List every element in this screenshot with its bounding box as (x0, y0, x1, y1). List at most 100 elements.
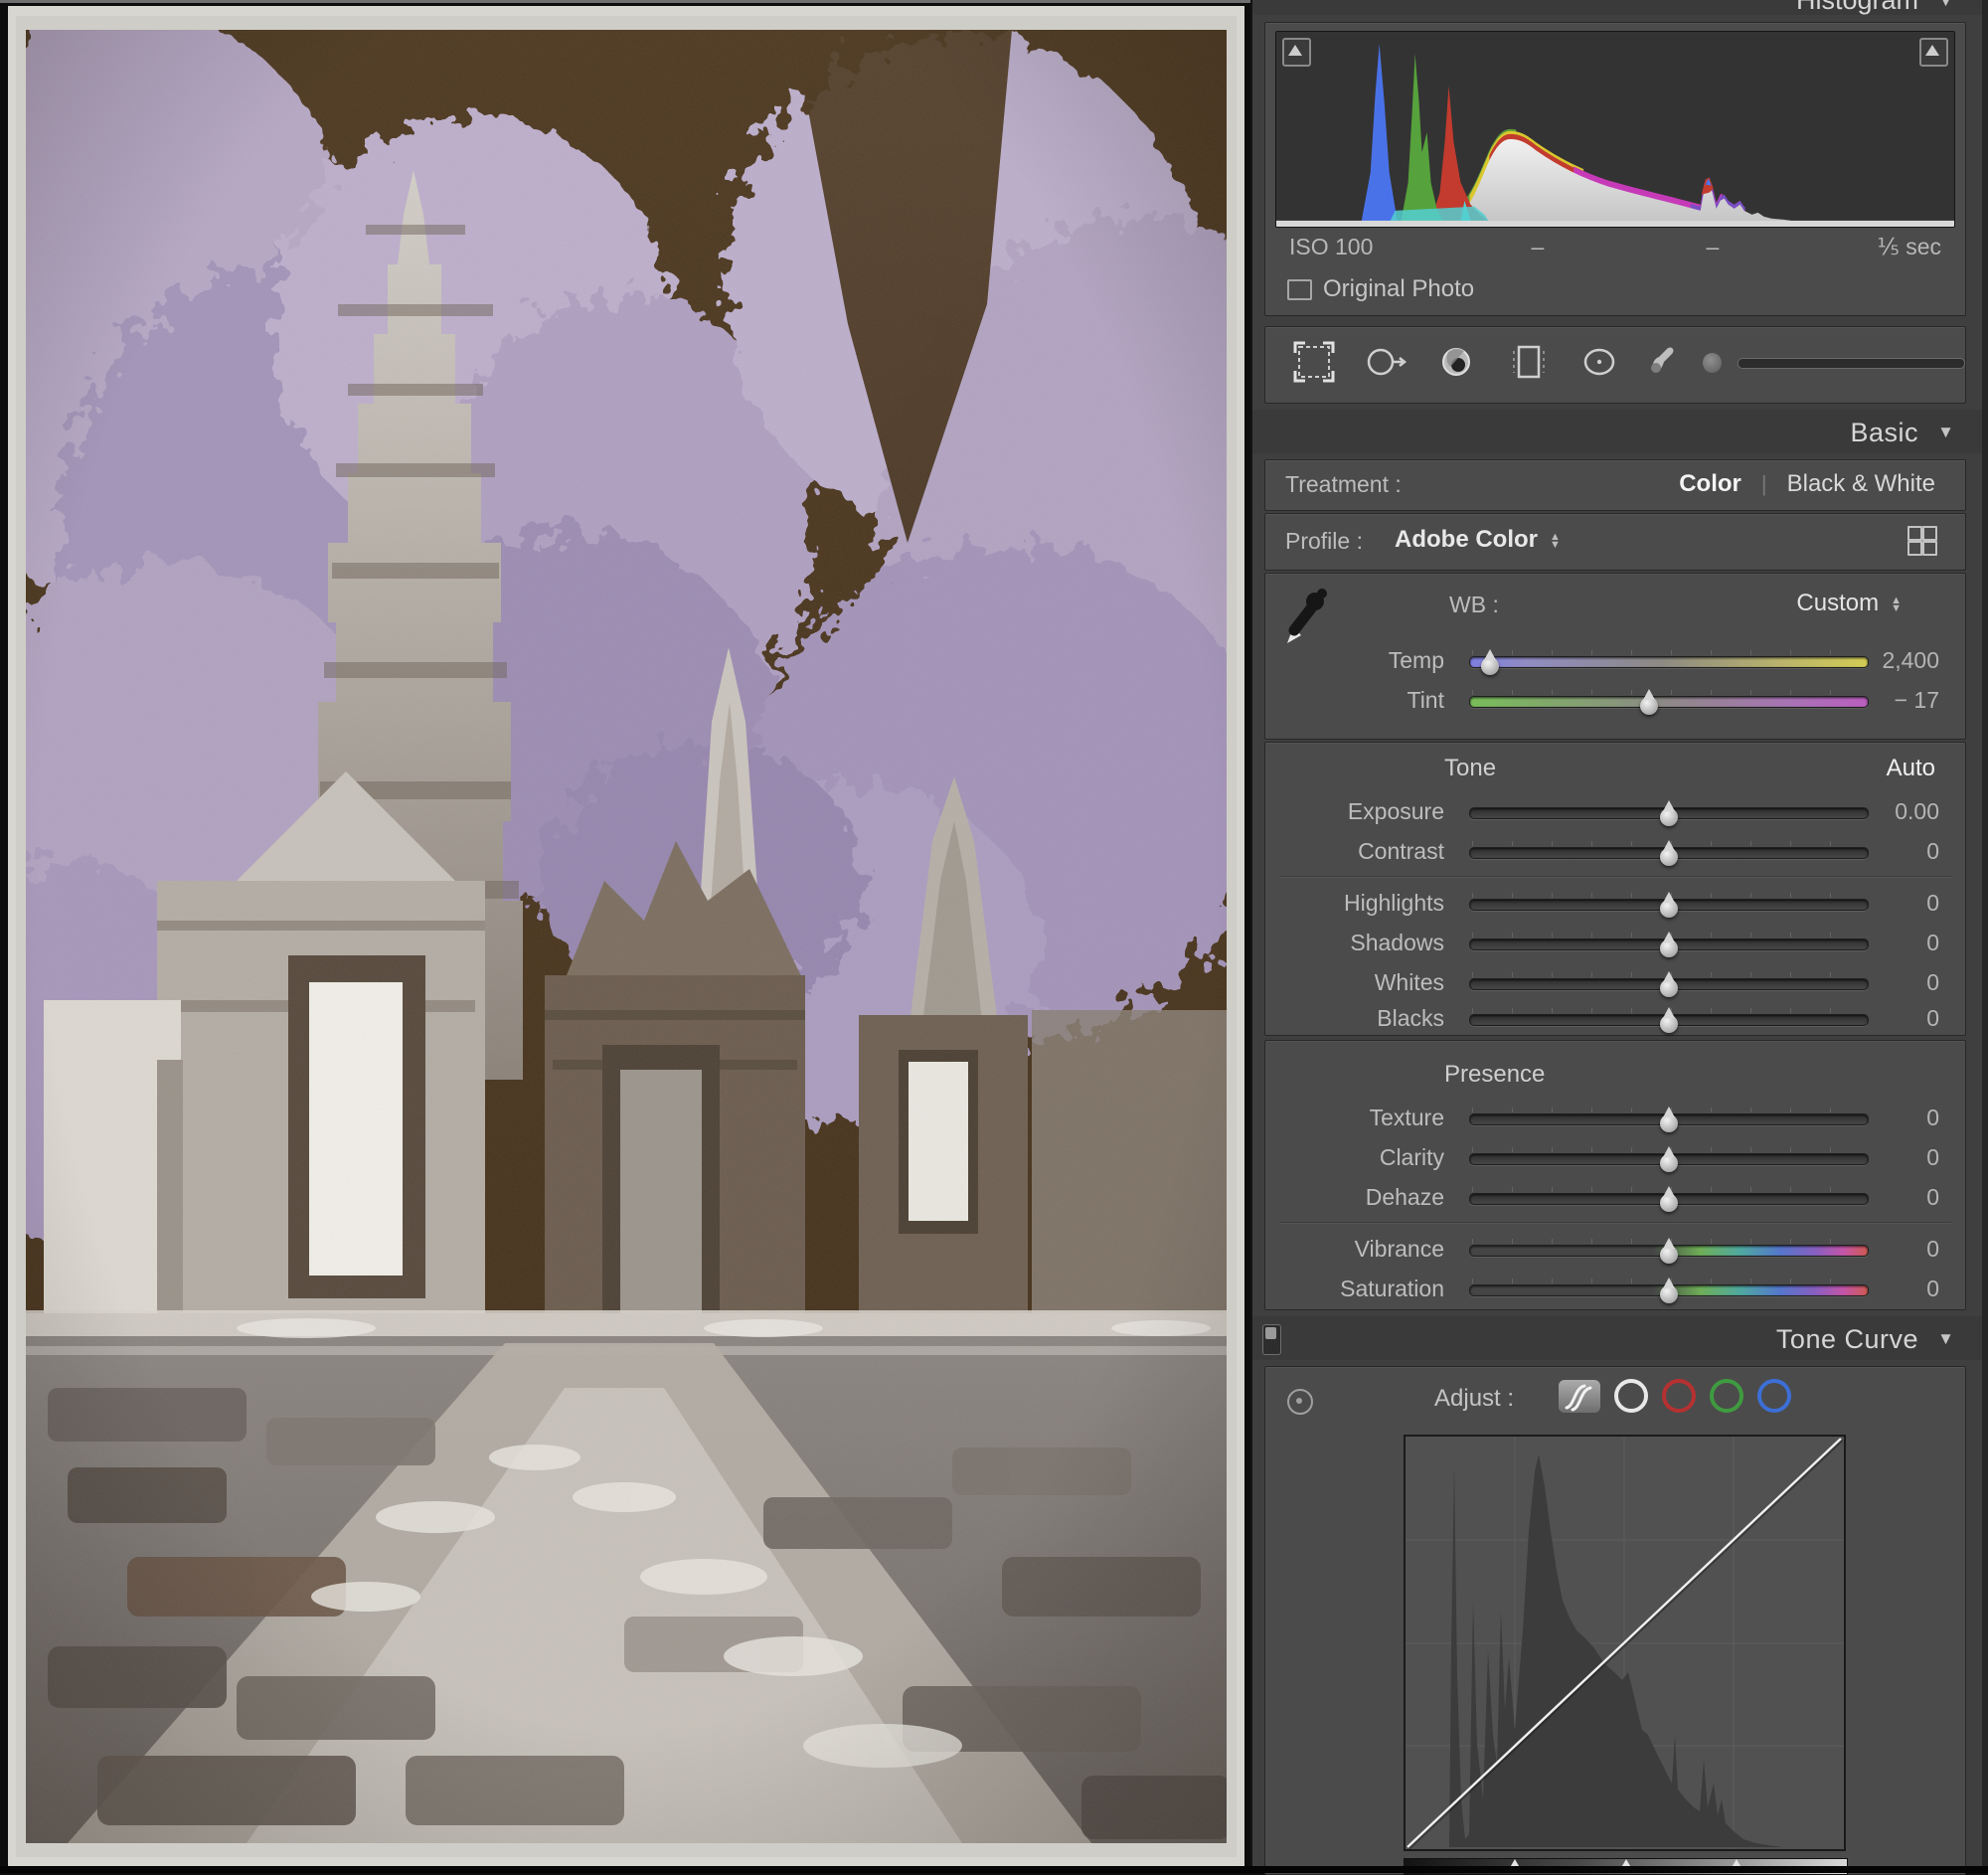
histogram-plot[interactable] (1275, 31, 1955, 228)
temp-label: Temp (1285, 647, 1444, 674)
photo-preview[interactable] (8, 6, 1244, 1867)
targeted-adjustment-icon[interactable] (1287, 1389, 1313, 1415)
tone-curve-plot[interactable] (1404, 1435, 1846, 1851)
wb-updown-icon: ▲▼ (1891, 597, 1902, 612)
temp-slider[interactable] (1469, 656, 1869, 668)
whites-label: Whites (1285, 969, 1444, 996)
clarity-slider-row: Clarity 0 (1265, 1142, 1965, 1174)
presence-header: Presence (1444, 1061, 1545, 1089)
clarity-slider[interactable] (1469, 1153, 1869, 1165)
shadows-knob[interactable] (1658, 932, 1680, 958)
tint-knob[interactable] (1638, 689, 1660, 716)
wb-eyedropper-icon[interactable] (1279, 584, 1331, 649)
exposure-slider-row: Exposure 0.00 (1265, 796, 1965, 828)
brush-size-knob[interactable] (1703, 353, 1722, 373)
highlight-clipping-button[interactable] (1919, 38, 1948, 67)
treatment-bw-option[interactable]: Black & White (1787, 470, 1935, 498)
parametric-curve-icon[interactable] (1559, 1380, 1600, 1413)
radial-filter-tool-icon[interactable] (1572, 337, 1629, 389)
profile-label: Profile : (1285, 528, 1363, 555)
tint-slider[interactable] (1469, 696, 1869, 708)
saturation-slider[interactable] (1469, 1284, 1869, 1296)
brush-size-slider[interactable] (1738, 358, 1965, 369)
histogram-collapse-icon[interactable]: ▼ (1937, 0, 1954, 11)
treatment-color-option[interactable]: Color (1679, 470, 1741, 498)
red-eye-tool-icon[interactable] (1428, 337, 1486, 389)
vibrance-knob[interactable] (1658, 1238, 1680, 1265)
saturation-knob[interactable] (1658, 1278, 1680, 1304)
contrast-knob[interactable] (1658, 840, 1680, 867)
highlights-label: Highlights (1285, 890, 1444, 917)
dehaze-slider-row: Dehaze 0 (1265, 1182, 1965, 1214)
basic-collapse-icon[interactable]: ▼ (1937, 423, 1954, 442)
crop-tool-icon[interactable] (1285, 337, 1343, 389)
highlights-value[interactable]: 0 (1845, 890, 1939, 917)
exposure-knob[interactable] (1658, 800, 1680, 827)
blacks-label: Blacks (1285, 1005, 1444, 1032)
exposure-value[interactable]: 0.00 (1845, 798, 1939, 825)
wb-select[interactable]: Custom▲▼ (1796, 590, 1902, 617)
tone-header: Tone (1444, 755, 1496, 782)
texture-slider[interactable] (1469, 1113, 1869, 1125)
vibrance-slider-row: Vibrance 0 (1265, 1234, 1965, 1266)
texture-label: Texture (1285, 1105, 1444, 1131)
tone-curve-collapse-icon[interactable]: ▼ (1937, 1329, 1954, 1349)
blacks-value[interactable]: 0 (1845, 1005, 1939, 1032)
saturation-value[interactable]: 0 (1845, 1276, 1939, 1302)
spot-removal-tool-icon[interactable] (1357, 337, 1414, 389)
tone-curve-panel-header[interactable]: Tone Curve ▼ (1252, 1316, 1982, 1360)
highlights-knob[interactable] (1658, 892, 1680, 919)
profile-select[interactable]: Adobe Color▲▼ (1395, 526, 1561, 554)
vibrance-value[interactable]: 0 (1845, 1236, 1939, 1263)
vibrance-slider[interactable] (1469, 1245, 1869, 1257)
panel-scroll-strip[interactable] (1982, 0, 1988, 1873)
clarity-knob[interactable] (1658, 1146, 1680, 1173)
blue-channel-icon[interactable] (1757, 1379, 1791, 1413)
exposure-slider[interactable] (1469, 807, 1869, 819)
histogram-section: ISO 100 – – ⅕ sec Original Photo (1264, 22, 1966, 316)
contrast-value[interactable]: 0 (1845, 838, 1939, 865)
original-photo-checkbox[interactable] (1287, 279, 1312, 300)
whites-value[interactable]: 0 (1845, 969, 1939, 996)
profile-browser-icon[interactable] (1907, 526, 1937, 556)
treatment-divider: | (1761, 471, 1767, 497)
texture-knob[interactable] (1658, 1107, 1680, 1133)
whites-slider[interactable] (1469, 978, 1869, 990)
histogram-panel-header[interactable]: Histogram ▼ (1252, 0, 1982, 15)
whites-knob[interactable] (1658, 971, 1680, 998)
exif-info-row: ISO 100 – – ⅕ sec (1265, 234, 1965, 263)
shutter-speed-value: ⅕ sec (1878, 234, 1941, 260)
auto-button[interactable]: Auto (1887, 755, 1935, 782)
tone-curve-section: Adjust : (1264, 1366, 1966, 1875)
green-channel-icon[interactable] (1710, 1379, 1743, 1413)
basic-panel-header[interactable]: Basic ▼ (1252, 410, 1982, 453)
shadows-value[interactable]: 0 (1845, 930, 1939, 956)
adjustment-brush-tool-icon[interactable] (1643, 337, 1683, 389)
graduated-filter-tool-icon[interactable] (1500, 337, 1558, 389)
contrast-slider[interactable] (1469, 847, 1869, 859)
clarity-value[interactable]: 0 (1845, 1144, 1939, 1171)
tint-value[interactable]: − 17 (1845, 687, 1939, 714)
dehaze-knob[interactable] (1658, 1186, 1680, 1213)
exposure-label: Exposure (1285, 798, 1444, 825)
presence-section: Presence Texture 0 Clarity 0 Dehaze 0 Vi… (1264, 1040, 1966, 1310)
tint-label: Tint (1285, 687, 1444, 714)
blacks-knob[interactable] (1658, 1007, 1680, 1034)
texture-slider-row: Texture 0 (1265, 1103, 1965, 1134)
tone-curve-panel-title: Tone Curve (1776, 1324, 1918, 1355)
tone-curve-enable-toggle[interactable] (1262, 1324, 1281, 1355)
temp-value[interactable]: 2,400 (1845, 647, 1939, 674)
whites-slider-row: Whites 0 (1265, 967, 1965, 999)
red-channel-icon[interactable] (1662, 1379, 1696, 1413)
point-curve-icon[interactable] (1614, 1379, 1648, 1413)
texture-value[interactable]: 0 (1845, 1105, 1939, 1131)
white-balance-section: WB : Custom▲▼ Temp 2,400 Tint − 17 (1264, 573, 1966, 740)
dehaze-value[interactable]: 0 (1845, 1184, 1939, 1211)
temp-knob[interactable] (1479, 649, 1501, 676)
shadow-clipping-button[interactable] (1282, 38, 1311, 67)
tone-section: Tone Auto Exposure 0.00 Contrast 0 Highl… (1264, 742, 1966, 1036)
dehaze-slider[interactable] (1469, 1193, 1869, 1205)
shadows-slider[interactable] (1469, 938, 1869, 950)
blacks-slider[interactable] (1469, 1014, 1869, 1026)
highlights-slider[interactable] (1469, 899, 1869, 911)
